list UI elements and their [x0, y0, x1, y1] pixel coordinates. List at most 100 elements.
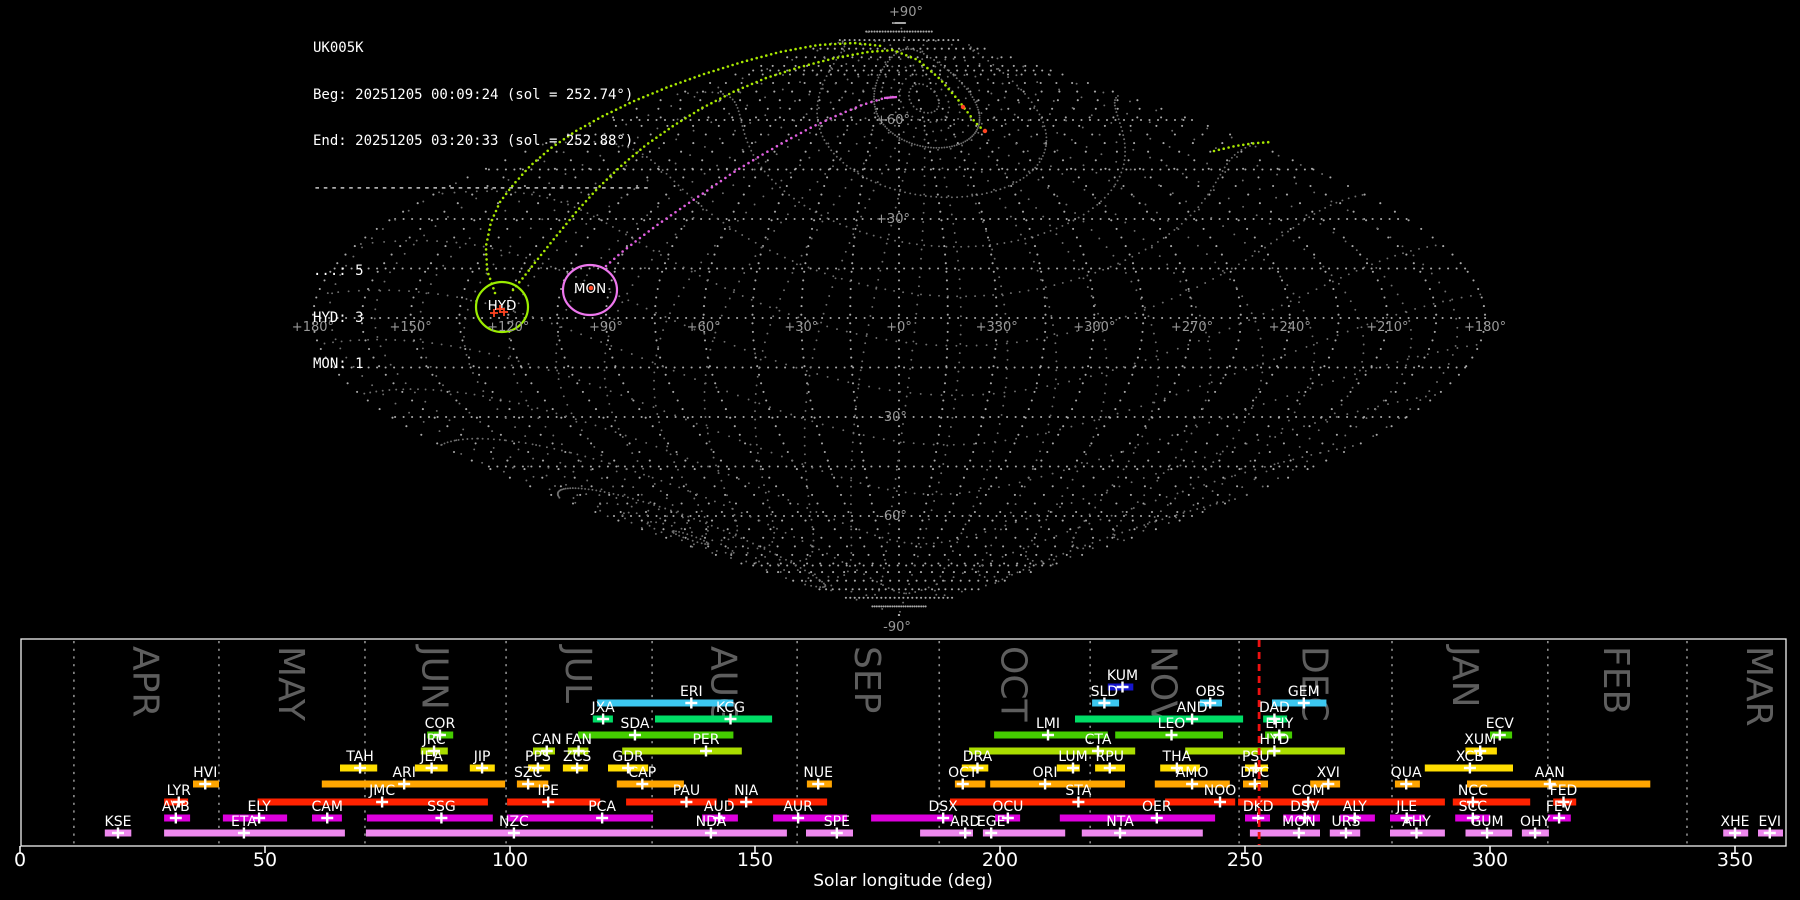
shower-xhe: XHE: [1721, 814, 1750, 839]
shower-code: PAU: [673, 783, 700, 799]
activity-bar: [366, 814, 493, 822]
shower-code: OCT: [948, 765, 978, 781]
shower-nue: NUE: [803, 765, 833, 790]
shower-code: GUM: [1470, 814, 1503, 830]
shower-code: ZCS: [563, 749, 591, 765]
shower-code: AHY: [1402, 814, 1431, 830]
observation-info: UK005K Beg: 20251205 00:09:24 (sol = 252…: [313, 10, 650, 404]
shower-code: AUD: [704, 799, 735, 815]
shower-code: MON: [1282, 814, 1316, 830]
tick-label: 50: [253, 849, 277, 871]
shower-code: SDA: [620, 716, 649, 732]
shower-code: XCB: [1456, 749, 1484, 765]
shower-code: QUA: [1391, 765, 1422, 781]
tick-label: 300: [1472, 849, 1508, 871]
activity-bar: [597, 699, 734, 707]
shower-code: DRA: [963, 749, 993, 765]
shower-code: NDA: [696, 814, 727, 830]
shower-xcb: XCB: [1424, 749, 1513, 774]
axis-title: Solar longitude (deg): [813, 871, 993, 891]
station-id: UK005K: [313, 40, 364, 56]
shower-code: ARI: [392, 765, 415, 781]
shower-code: HVI: [193, 765, 217, 781]
shower-code: IPE: [538, 783, 559, 799]
obs-begin: Beg: 20251205 00:09:24 (sol = 252.74°): [313, 86, 634, 103]
shower-lum: LUM: [1056, 749, 1088, 774]
shower-code: AAN: [1535, 765, 1565, 781]
shower-code: EGE: [977, 814, 1006, 830]
shower-code: DAD: [1259, 700, 1290, 716]
tick-label: 200: [982, 849, 1018, 871]
month-label-mar: MAR: [1738, 646, 1779, 727]
shower-code: SPE: [824, 814, 850, 830]
activity-bar: [806, 829, 853, 837]
shower-cam: CAM: [312, 799, 343, 824]
shower-code: CAP: [628, 765, 656, 781]
tick-label: 350: [1717, 849, 1753, 871]
shower-code: FEV: [1546, 799, 1573, 815]
month-label-feb: FEB: [1595, 646, 1636, 714]
shower-code: AUR: [783, 799, 813, 815]
shower-code: OER: [1142, 799, 1172, 815]
shower-code: JMC: [368, 783, 395, 799]
shower-code: XHE: [1721, 814, 1750, 830]
count-mon: MON: 1: [313, 356, 364, 372]
shower-code: KUM: [1107, 668, 1138, 684]
shower-code: PPS: [525, 749, 551, 765]
shower-code: EVI: [1759, 814, 1782, 830]
shower-hvi: HVI: [193, 765, 219, 790]
activity-bar: [655, 715, 773, 723]
shower-code: NOO: [1204, 783, 1237, 799]
activity-bar: [164, 829, 345, 837]
month-label-may: MAY: [270, 646, 311, 722]
shower-code: NUE: [803, 765, 833, 781]
tick-label: 0: [14, 849, 26, 871]
shower-code: ETA: [231, 814, 257, 830]
shower-evi: EVI: [1758, 814, 1783, 839]
shower-tah: TAH: [340, 749, 378, 774]
shower-zcs: ZCS: [562, 749, 591, 774]
activity-bar: [1059, 814, 1216, 822]
shower-code: CAM: [312, 799, 343, 815]
month-label-jan: JAN: [1444, 644, 1485, 708]
shower-urs: URS: [1329, 814, 1360, 839]
shower-code: SZC: [514, 765, 542, 781]
shower-gum: GUM: [1465, 814, 1513, 839]
shower-code: LUM: [1058, 749, 1087, 765]
shower-nda: NDA: [635, 814, 787, 839]
shower-code: AMO: [1176, 765, 1209, 781]
shower-qua: QUA: [1391, 765, 1422, 790]
shower-code: HYD: [1259, 732, 1289, 748]
shower-code: OHY: [1520, 814, 1551, 830]
radiant-map-app: HYDMON+90°+60°+30°-30°-60°-90°+180°+150°…: [0, 0, 1800, 900]
shower-code: JXA: [590, 700, 615, 716]
shower-code: ARD: [950, 814, 980, 830]
shower-sld: SLD: [1091, 684, 1120, 709]
x-axis: 0 50 100 150 200 250 300 350 Solar longitude (de…: [14, 846, 1753, 891]
shower-code: DSV: [1290, 799, 1320, 815]
shower-code: NTA: [1106, 814, 1134, 830]
shower-code: THA: [1162, 749, 1192, 765]
month-label-jun: JUN: [414, 644, 455, 710]
shower-code: COR: [425, 716, 456, 732]
obs-end: End: 20251205 03:20:33 (sol = 252.88°): [313, 133, 634, 149]
shower-code: KSE: [105, 814, 132, 830]
activity-bar: [990, 780, 1125, 788]
shower-code: STA: [1065, 783, 1091, 799]
shower-code: NIA: [734, 783, 759, 799]
shower-code: JRC: [422, 732, 446, 748]
shower-dpc: DPC: [1240, 765, 1270, 790]
shower-code: OBS: [1196, 684, 1225, 700]
shower-code: XUM: [1464, 732, 1496, 748]
shower-code: JIP: [473, 749, 491, 765]
shower-code: XVI: [1317, 765, 1340, 781]
shower-code: CTA: [1085, 732, 1112, 748]
activity-bar: [507, 814, 654, 822]
shower-ohy: OHY: [1520, 814, 1551, 839]
shower-code: AND: [1177, 700, 1208, 716]
activity-bar: [950, 798, 1155, 806]
shower-code: SCC: [1459, 799, 1488, 815]
shower-jxa: JXA: [590, 700, 615, 725]
shower-code: ORI: [1033, 765, 1058, 781]
